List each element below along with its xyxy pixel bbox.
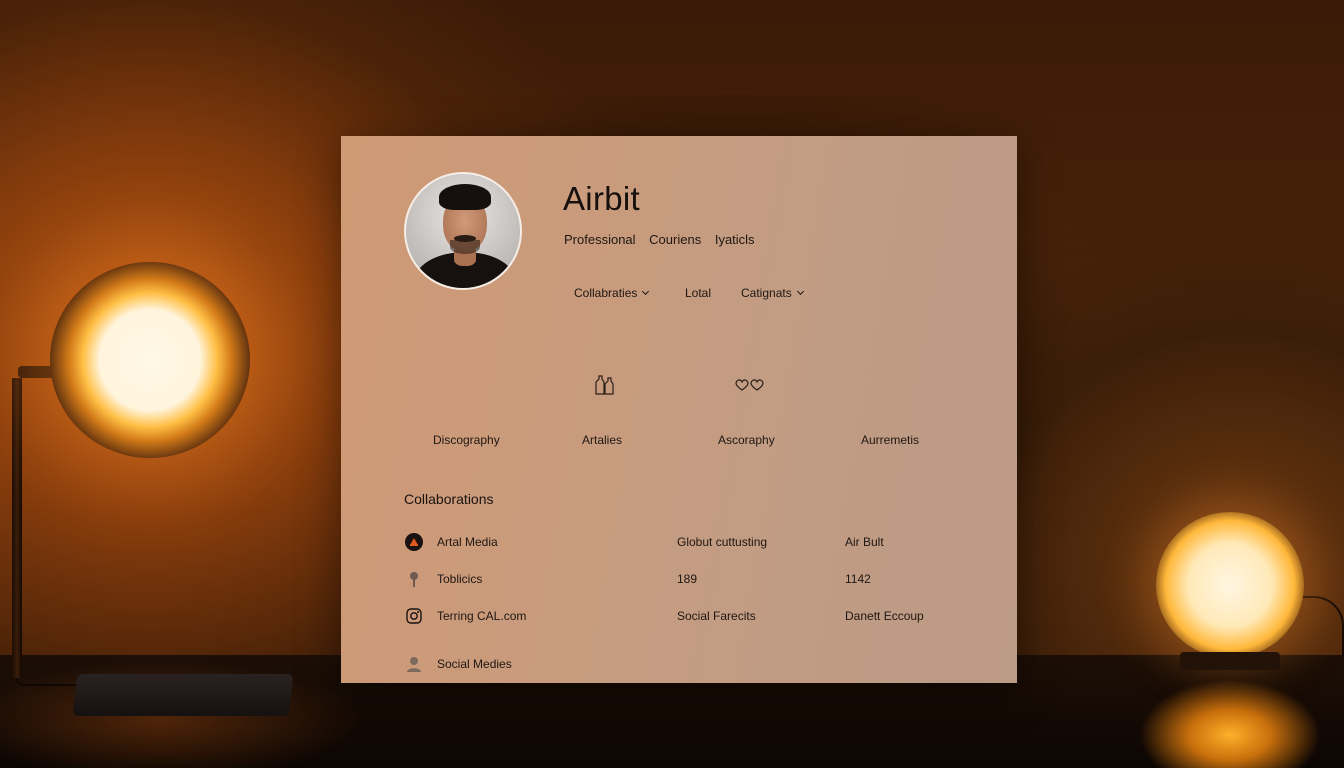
pin-icon xyxy=(404,569,424,589)
row-label: Toblicics xyxy=(437,572,483,586)
stat-artalies[interactable]: Artalies xyxy=(582,433,622,447)
profile-tags: Professional Couriens Iyaticls xyxy=(564,232,765,247)
profile-name: Airbit xyxy=(563,180,640,217)
ring-light-right xyxy=(1156,512,1304,658)
lamp-stand xyxy=(12,378,22,678)
lamp-cable-right xyxy=(1296,596,1344,656)
avatar[interactable] xyxy=(404,172,522,290)
menu-label: Lotal xyxy=(685,286,712,300)
menu-lotal[interactable]: Lotal xyxy=(685,286,741,300)
row-label: Artal Media xyxy=(437,535,498,549)
hearts-icon xyxy=(735,379,764,391)
chevron-down-icon xyxy=(642,287,650,296)
tag-item: Couriens xyxy=(649,232,702,247)
row-value: 1142 xyxy=(845,572,871,586)
instagram-icon xyxy=(404,606,424,626)
chevron-down-icon xyxy=(796,287,804,296)
row-value: Globut cuttusting xyxy=(677,535,768,549)
row-value: Air Bult xyxy=(845,535,884,549)
menu-catignats[interactable]: Catignats xyxy=(741,286,804,300)
tag-item: Iyaticls xyxy=(714,232,755,247)
stat-ascoraphy[interactable]: Ascoraphy xyxy=(718,433,775,447)
row-value: Danett Eccoup xyxy=(845,609,924,623)
user-icon xyxy=(404,654,424,674)
stat-aurremetis[interactable]: Aurremetis xyxy=(861,433,919,447)
section-title: Collaborations xyxy=(404,491,494,507)
ring-light-left xyxy=(50,262,250,458)
stat-discography[interactable]: Discography xyxy=(433,433,500,447)
tag-item: Professional xyxy=(564,232,636,247)
floor-reflection-right xyxy=(1130,665,1330,768)
media-badge-icon xyxy=(404,532,424,552)
row-value: Social Farecits xyxy=(677,609,756,623)
lamp-base-right xyxy=(1180,652,1280,670)
menu-label: Collabraties xyxy=(574,286,638,300)
row-value: 189 xyxy=(677,572,698,586)
row-label: Social Medies xyxy=(437,657,512,671)
menu-label: Catignats xyxy=(741,286,792,300)
bottles-icon xyxy=(595,375,614,395)
lamp-cable xyxy=(16,678,76,686)
profile-menu: Collabraties Lotal Catignats xyxy=(574,286,804,300)
device-base xyxy=(72,674,294,716)
menu-collabraties[interactable]: Collabraties xyxy=(574,286,685,300)
profile-card: Airbit Professional Couriens Iyaticls Co… xyxy=(341,136,1017,683)
row-label: Terring CAL.com xyxy=(437,609,527,623)
